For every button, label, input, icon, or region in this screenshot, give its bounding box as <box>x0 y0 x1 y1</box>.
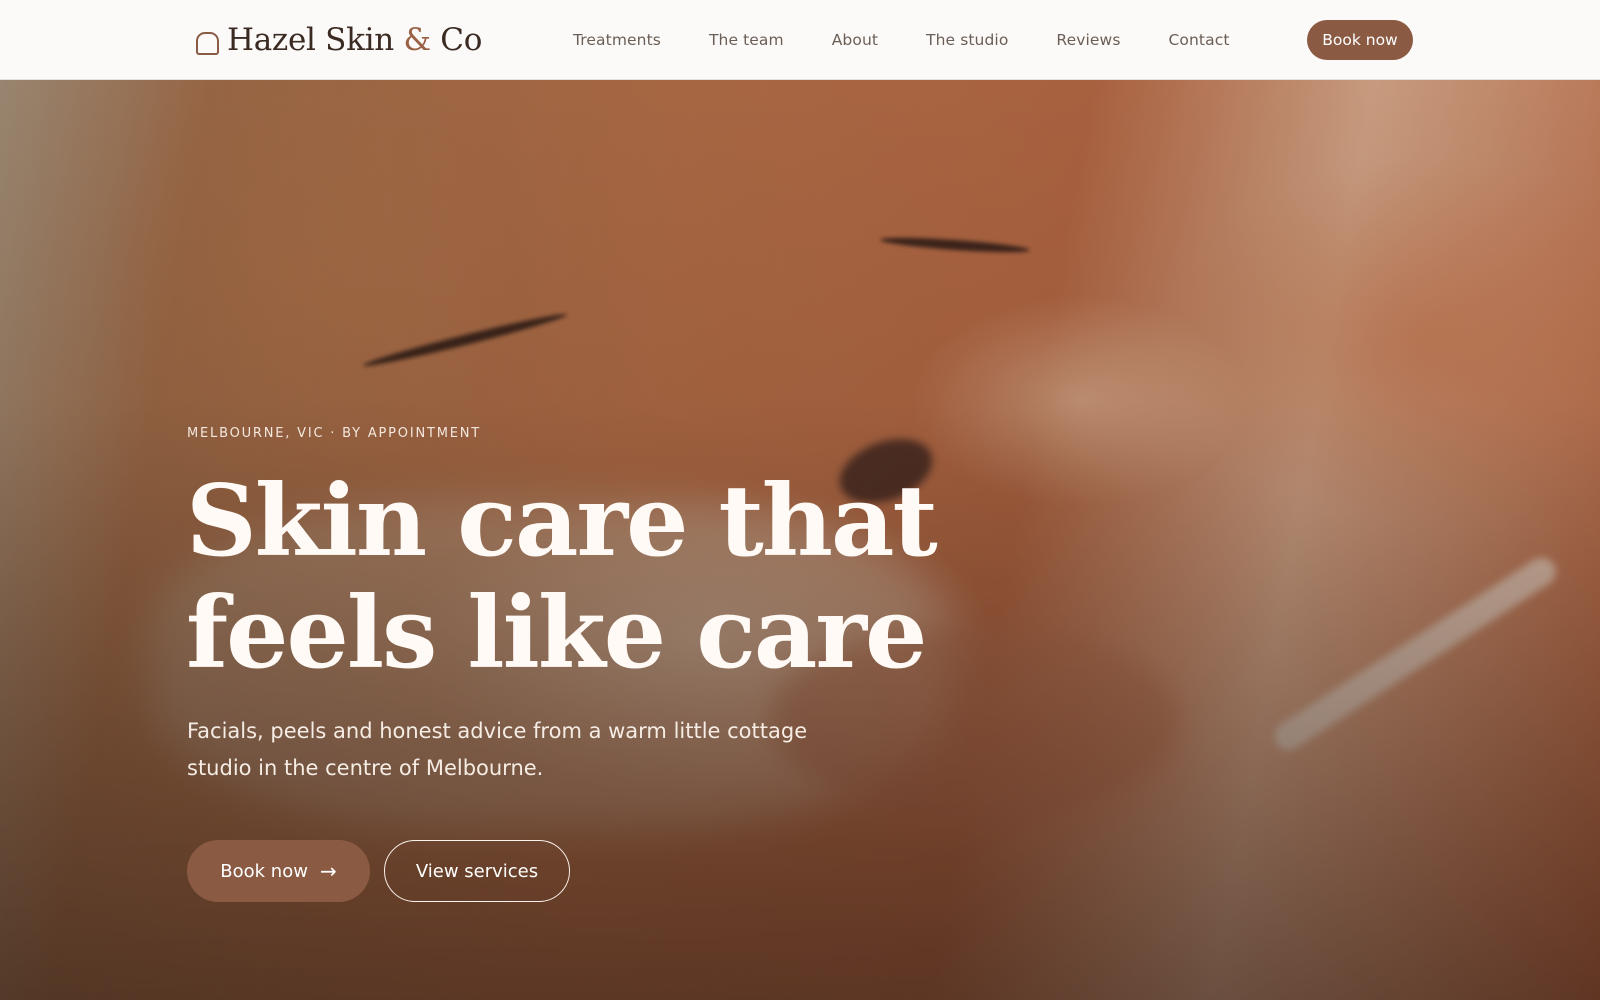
nav-contact[interactable]: Contact <box>1169 31 1230 49</box>
main-nav: Treatments The team About The studio Rev… <box>573 26 1230 54</box>
hero-subcopy: Facials, peels and honest advice from a … <box>187 719 808 780</box>
view-services-button[interactable]: View services <box>384 840 570 902</box>
nav-treatments[interactable]: Treatments <box>573 31 661 49</box>
hero-headline-line1: Skin care that <box>186 464 938 579</box>
brand-name-part2: Co <box>440 22 483 58</box>
arch-icon <box>196 31 219 55</box>
nav-the-studio[interactable]: The studio <box>926 31 1008 49</box>
nav-reviews[interactable]: Reviews <box>1056 31 1120 49</box>
hero-headline-line2: feels like care <box>186 576 927 691</box>
header-book-now-button[interactable]: Book now <box>1307 20 1413 60</box>
hero-book-now-label: Book now <box>220 860 308 882</box>
nav-about[interactable]: About <box>832 31 878 49</box>
hero-eyebrow: MELBOURNE, VIC · BY APPOINTMENT <box>187 426 482 441</box>
nav-the-team[interactable]: The team <box>709 31 784 49</box>
site-header: Hazel Skin & Co Treatments The team Abou… <box>0 0 1600 80</box>
arrow-right-icon: → <box>319 859 337 883</box>
hero-section: MELBOURNE, VIC · BY APPOINTMENT Skin car… <box>0 80 1600 1000</box>
hero-headline: Skin care that feels like care <box>186 466 1006 690</box>
brand-ampersand: & <box>403 22 431 58</box>
brand-name-part1: Hazel Skin <box>227 22 394 58</box>
brand-logo[interactable]: Hazel Skin & Co <box>196 18 482 62</box>
hero-book-now-button[interactable]: Book now → <box>187 840 370 902</box>
brand-name: Hazel Skin & Co <box>227 22 482 58</box>
